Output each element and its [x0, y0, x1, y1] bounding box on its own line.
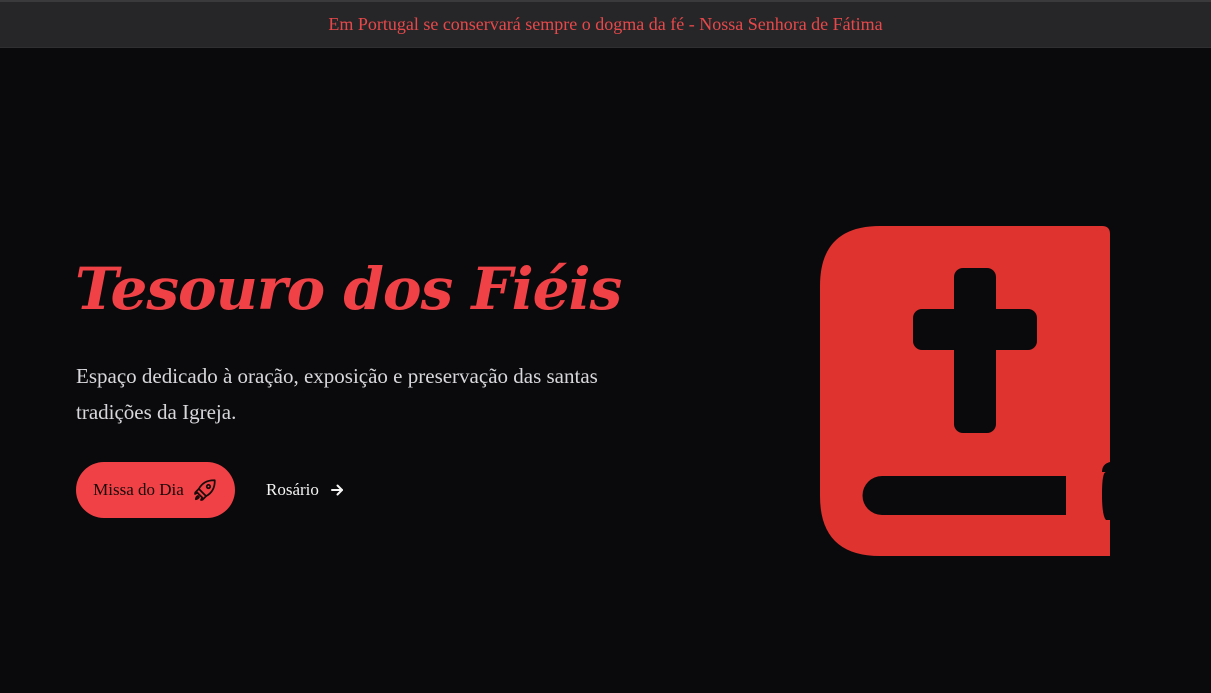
- rocket-icon: [193, 479, 216, 501]
- missa-do-dia-button[interactable]: Missa do Dia: [76, 462, 235, 518]
- rosario-label: Rosário: [266, 480, 319, 499]
- banner-quote: Em Portugal se conservará sempre o dogma…: [328, 14, 883, 34]
- page-title: Tesouro dos Fiéis: [75, 255, 622, 323]
- announcement-banner: Em Portugal se conservará sempre o dogma…: [0, 2, 1211, 48]
- arrow-right-icon: [330, 484, 343, 496]
- rosario-link[interactable]: Rosário: [266, 476, 345, 504]
- missa-do-dia-label: Missa do Dia: [93, 480, 184, 499]
- hero-description: Espaço dedicado à oração, exposição e pr…: [76, 364, 598, 424]
- bible-icon: [820, 226, 1110, 556]
